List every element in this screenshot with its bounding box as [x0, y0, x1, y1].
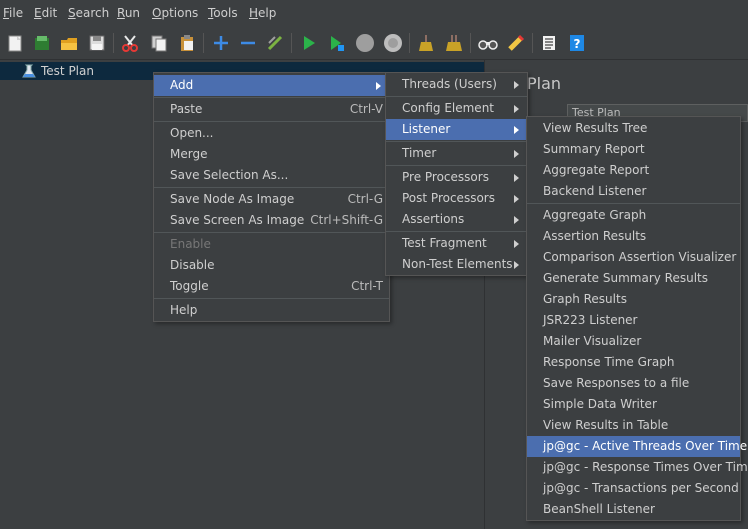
listener-item-active-threads[interactable]: jp@gc - Active Threads Over Time: [527, 436, 747, 457]
listener-item[interactable]: Save Responses to a file: [527, 373, 740, 394]
menu-item-save-node-image[interactable]: Save Node As Image Ctrl-G: [154, 189, 389, 210]
submenu-item-config-element[interactable]: Config Element: [386, 98, 527, 119]
stop-icon[interactable]: [354, 32, 376, 54]
listener-item[interactable]: View Results Tree: [527, 118, 740, 139]
menu-tools[interactable]: Tools: [208, 6, 238, 20]
toggle-icon[interactable]: [264, 32, 286, 54]
listener-item[interactable]: Simple Data Writer: [527, 394, 740, 415]
test-plan-icon: [22, 64, 36, 81]
submenu-arrow-icon: [514, 174, 519, 182]
copy-icon[interactable]: [148, 32, 170, 54]
submenu-arrow-icon: [514, 261, 519, 269]
expand-icon[interactable]: [210, 32, 232, 54]
submenu-arrow-icon: [514, 105, 519, 113]
listener-submenu: View Results Tree Summary Report Aggrega…: [526, 116, 748, 521]
clear-icon[interactable]: [415, 32, 437, 54]
submenu-arrow-icon: [514, 126, 519, 134]
menu-bar: File Edit Search Run Options Tools Help: [0, 0, 748, 27]
open-icon[interactable]: [58, 32, 80, 54]
listener-item[interactable]: JSR223 Listener: [527, 310, 740, 331]
listener-item[interactable]: jp@gc - Transactions per Second: [527, 478, 740, 499]
listener-item[interactable]: Aggregate Report: [527, 160, 740, 181]
submenu-item-listener[interactable]: Listener: [386, 119, 527, 140]
menu-item-merge[interactable]: Merge: [154, 144, 389, 165]
context-menu: Add Paste Ctrl-V Open... Merge Save Selec…: [153, 72, 390, 322]
search-icon[interactable]: [477, 32, 499, 54]
submenu-arrow-icon: [514, 195, 519, 203]
new-icon[interactable]: [4, 32, 26, 54]
menu-item-disable[interactable]: Disable: [154, 255, 389, 276]
menu-item-toggle[interactable]: Toggle Ctrl-T: [154, 276, 389, 297]
menu-search[interactable]: Search: [68, 6, 109, 20]
start-no-pauses-icon[interactable]: [326, 32, 348, 54]
submenu-item-test-fragment[interactable]: Test Fragment: [386, 233, 527, 254]
menu-options[interactable]: Options: [152, 6, 198, 20]
submenu-arrow-icon: [514, 216, 519, 224]
submenu-item-non-test-elements[interactable]: Non-Test Elements: [386, 254, 527, 275]
listener-item[interactable]: Graph Results: [527, 289, 740, 310]
reset-search-icon[interactable]: [505, 32, 527, 54]
menu-help[interactable]: Help: [249, 6, 276, 20]
submenu-arrow-icon: [514, 240, 519, 248]
paste-icon[interactable]: [176, 32, 198, 54]
menu-item-open[interactable]: Open...: [154, 123, 389, 144]
submenu-item-timer[interactable]: Timer: [386, 143, 527, 164]
listener-item[interactable]: Aggregate Graph: [527, 205, 740, 226]
listener-item[interactable]: BeanShell Listener: [527, 499, 740, 520]
toolbar: ?: [0, 27, 748, 60]
submenu-item-pre-processors[interactable]: Pre Processors: [386, 167, 527, 188]
templates-icon[interactable]: [31, 32, 53, 54]
shutdown-icon[interactable]: [382, 32, 404, 54]
help-icon[interactable]: ?: [566, 32, 588, 54]
menu-file[interactable]: File: [3, 6, 23, 20]
cut-icon[interactable]: [119, 32, 141, 54]
add-submenu: Threads (Users) Config Element Listener …: [385, 72, 528, 276]
menu-item-add[interactable]: Add: [154, 75, 389, 96]
collapse-icon[interactable]: [237, 32, 259, 54]
submenu-item-assertions[interactable]: Assertions: [386, 209, 527, 230]
function-helper-icon[interactable]: [538, 32, 560, 54]
submenu-item-threads[interactable]: Threads (Users): [386, 74, 527, 95]
submenu-arrow-icon: [514, 81, 519, 89]
menu-item-paste[interactable]: Paste Ctrl-V: [154, 99, 389, 120]
menu-edit[interactable]: Edit: [34, 6, 57, 20]
menu-item-save-screen-image[interactable]: Save Screen As Image Ctrl+Shift-G: [154, 210, 389, 231]
listener-item[interactable]: Comparison Assertion Visualizer: [527, 247, 740, 268]
listener-item[interactable]: Mailer Visualizer: [527, 331, 740, 352]
menu-run[interactable]: Run: [117, 6, 140, 20]
submenu-arrow-icon: [376, 82, 381, 90]
save-icon[interactable]: [86, 32, 108, 54]
svg-text:?: ?: [574, 37, 581, 51]
menu-item-enable: Enable: [170, 237, 211, 251]
clear-all-icon[interactable]: [443, 32, 465, 54]
listener-item[interactable]: View Results in Table: [527, 415, 740, 436]
submenu-item-post-processors[interactable]: Post Processors: [386, 188, 527, 209]
tree-node-label: Test Plan: [41, 64, 94, 78]
panel-title: Plan: [527, 74, 562, 93]
menu-item-help[interactable]: Help: [154, 300, 389, 321]
listener-item[interactable]: Backend Listener: [527, 181, 740, 202]
submenu-arrow-icon: [514, 150, 519, 158]
listener-item[interactable]: jp@gc - Response Times Over Time: [527, 457, 748, 478]
start-icon[interactable]: [298, 32, 320, 54]
listener-item[interactable]: Assertion Results: [527, 226, 740, 247]
menu-item-save-selection[interactable]: Save Selection As...: [154, 165, 389, 186]
listener-item[interactable]: Summary Report: [527, 139, 740, 160]
listener-item[interactable]: Response Time Graph: [527, 352, 740, 373]
listener-item[interactable]: Generate Summary Results: [527, 268, 740, 289]
